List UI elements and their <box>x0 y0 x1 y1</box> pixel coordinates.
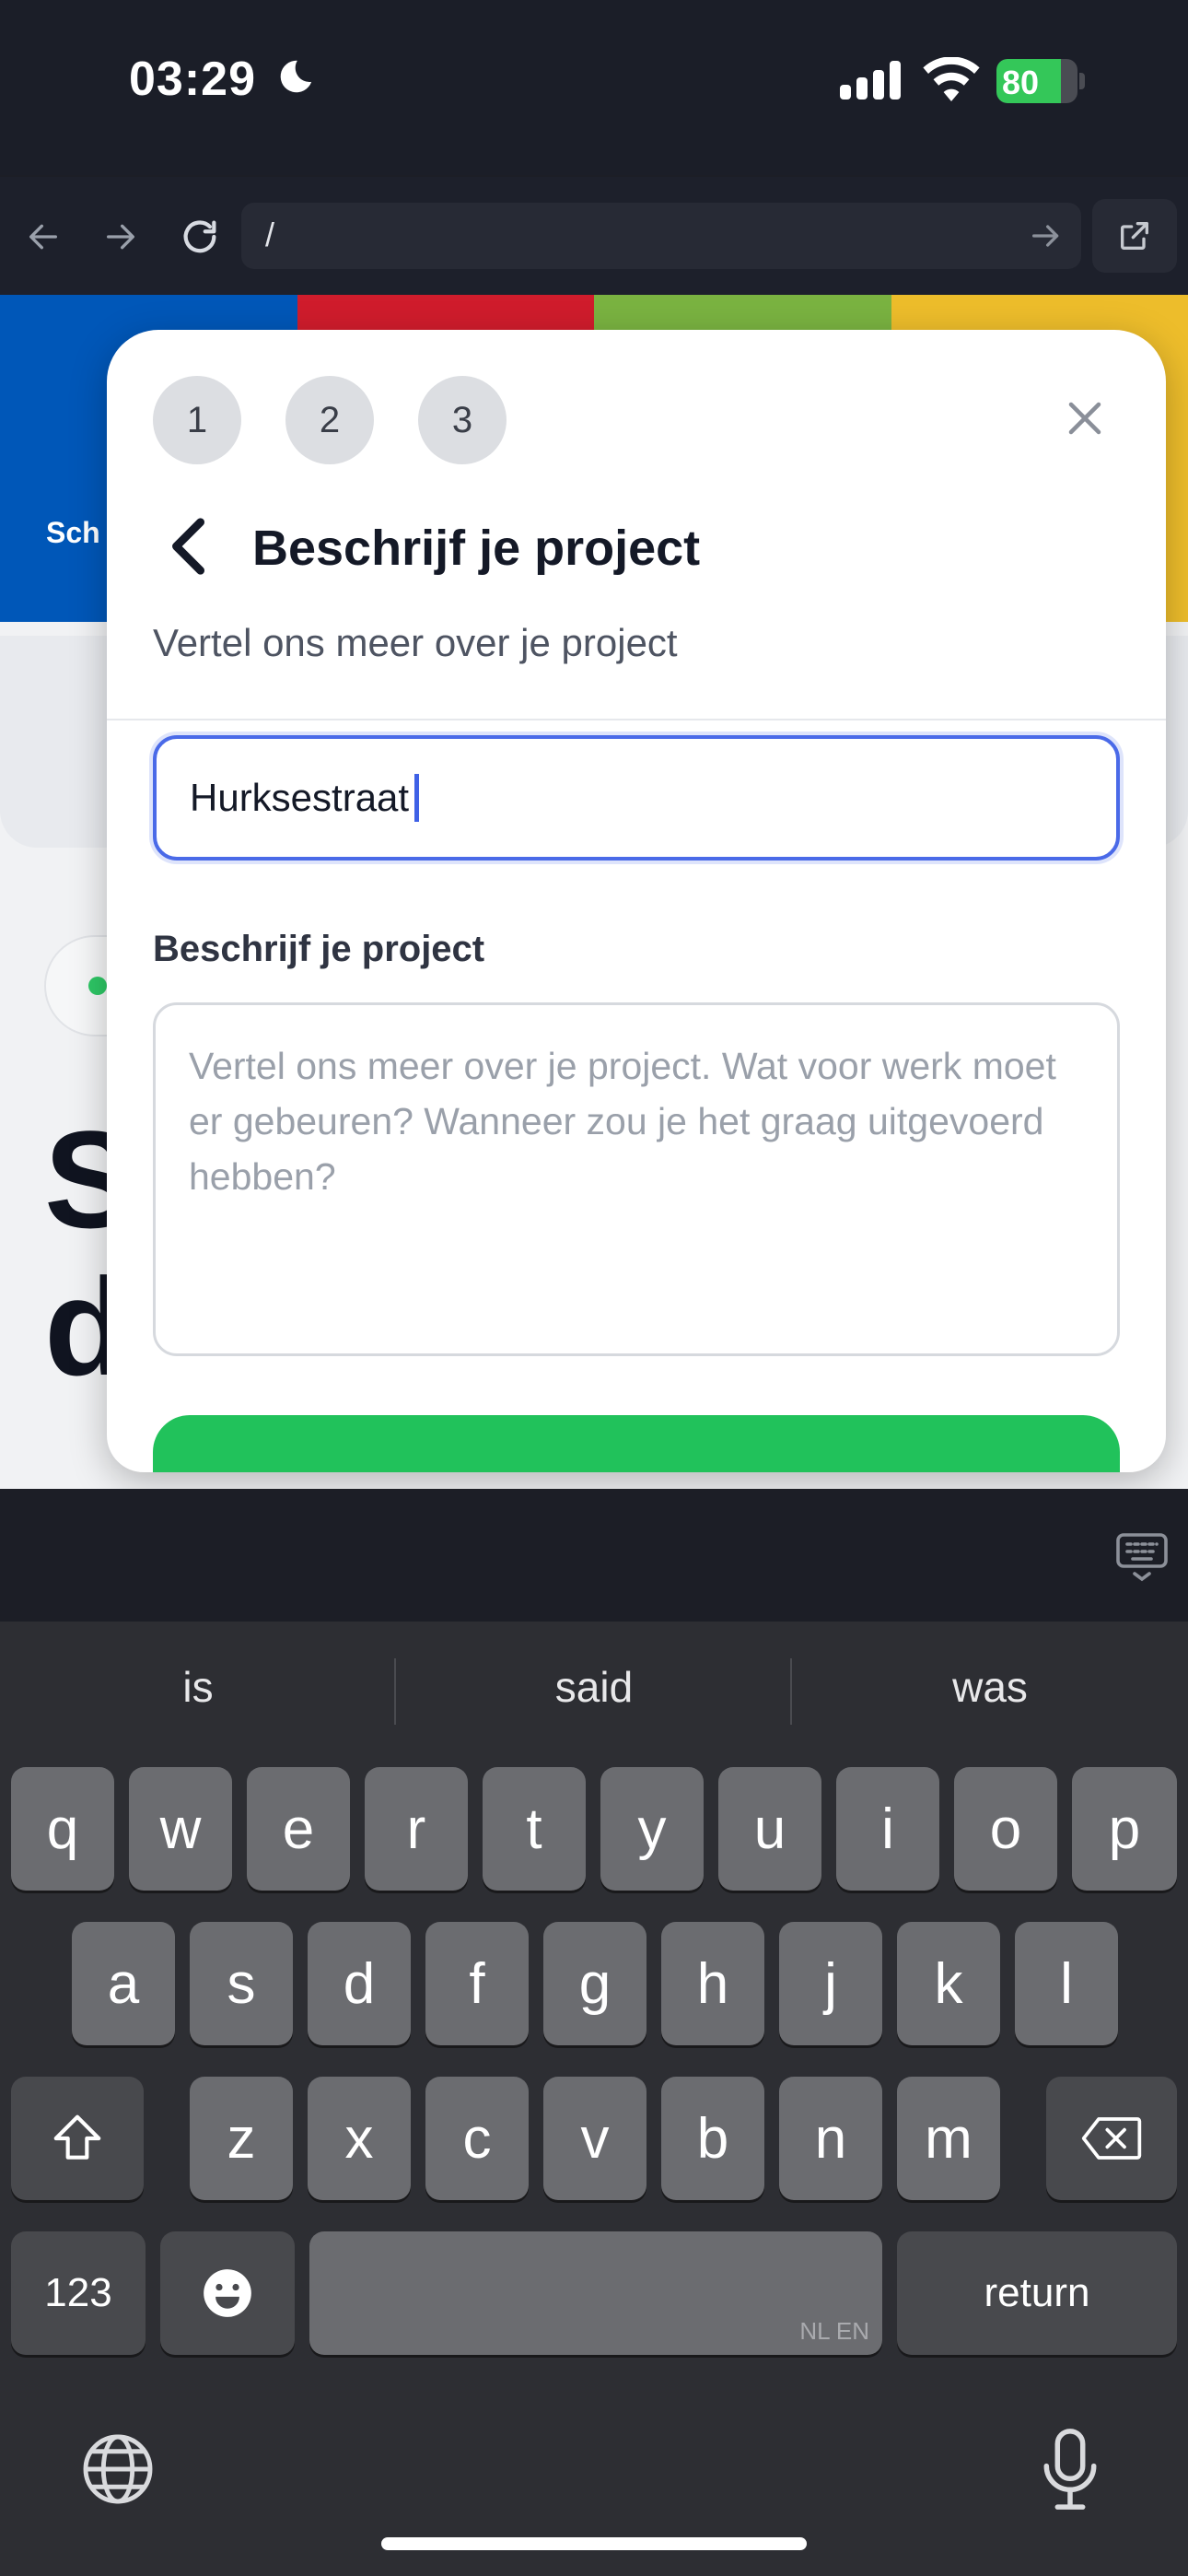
key-d[interactable]: d <box>308 1922 411 2045</box>
backspace-icon <box>1081 2117 1142 2160</box>
step-1-indicator[interactable]: 1 <box>153 376 241 464</box>
shift-key[interactable] <box>11 2077 144 2200</box>
modal-title: Beschrijf je project <box>252 521 701 576</box>
wifi-icon <box>923 57 980 101</box>
background-status-dot <box>88 977 107 995</box>
battery-percent: 80 <box>1002 64 1040 101</box>
description-placeholder: Vertel ons meer over je project. Wat voo… <box>189 1045 1056 1198</box>
reload-button[interactable] <box>168 205 232 269</box>
description-label: Beschrijf je project <box>153 929 485 969</box>
key-k[interactable]: k <box>897 1922 1000 2045</box>
battery-charging-icon: 80 <box>996 59 1085 103</box>
key-f[interactable]: f <box>425 1922 529 2045</box>
key-e[interactable]: e <box>247 1767 350 1891</box>
key-r[interactable]: r <box>365 1767 468 1891</box>
url-bar[interactable]: / <box>241 203 1081 269</box>
go-arrow-icon[interactable] <box>1028 217 1065 254</box>
microphone-icon[interactable] <box>1031 2425 1109 2513</box>
key-u[interactable]: u <box>718 1767 821 1891</box>
prediction-1[interactable]: is <box>0 1662 396 1712</box>
space-language-label: NL EN <box>799 2317 869 2345</box>
description-textarea[interactable]: Vertel ons meer over je project. Wat voo… <box>153 1002 1120 1356</box>
moon-icon <box>280 60 312 93</box>
key-m[interactable]: m <box>897 2077 1000 2200</box>
close-icon[interactable] <box>1057 391 1112 446</box>
status-time: 03:29 <box>129 53 256 106</box>
key-t[interactable]: t <box>483 1767 586 1891</box>
delete-key[interactable] <box>1046 2077 1177 2200</box>
prediction-2[interactable]: said <box>396 1662 792 1712</box>
step-3-indicator[interactable]: 3 <box>418 376 507 464</box>
key-p[interactable]: p <box>1072 1767 1177 1891</box>
key-l[interactable]: l <box>1015 1922 1118 2045</box>
key-z[interactable]: z <box>190 2077 293 2200</box>
key-o[interactable]: o <box>954 1767 1057 1891</box>
project-modal: 1 2 3 Beschrijf je project Vertel ons me… <box>107 330 1166 1472</box>
key-n[interactable]: n <box>779 2077 882 2200</box>
keyboard-accessory-bar <box>0 1489 1188 1622</box>
back-arrow-icon <box>29 224 57 250</box>
key-v[interactable]: v <box>543 2077 646 2200</box>
text-caret <box>414 774 420 822</box>
url-text: / <box>265 216 275 253</box>
address-input[interactable]: Hurksestraat <box>153 735 1120 861</box>
key-b[interactable]: b <box>661 2077 764 2200</box>
numbers-key[interactable]: 123 <box>11 2231 146 2355</box>
browser-toolbar: / <box>0 177 1188 295</box>
keyboard: is said was q w e r t y u i o p a s d f … <box>0 1622 1188 2576</box>
emoji-icon <box>204 2269 251 2317</box>
key-q[interactable]: q <box>11 1767 114 1891</box>
key-x[interactable]: x <box>308 2077 411 2200</box>
key-j[interactable]: j <box>779 1922 882 2045</box>
key-w[interactable]: w <box>129 1767 232 1891</box>
divider <box>107 719 1166 720</box>
back-button[interactable] <box>11 205 76 269</box>
return-key[interactable]: return <box>897 2231 1177 2355</box>
open-external-button[interactable] <box>1092 199 1177 273</box>
emoji-key[interactable] <box>160 2231 295 2355</box>
keyboard-dismiss-icon[interactable] <box>1114 1529 1170 1585</box>
key-i[interactable]: i <box>836 1767 939 1891</box>
forward-arrow-icon <box>107 224 134 250</box>
open-external-icon <box>1121 222 1148 250</box>
key-y[interactable]: y <box>600 1767 704 1891</box>
predictive-bar: is said was <box>0 1622 1188 1760</box>
step-2-indicator[interactable]: 2 <box>285 376 374 464</box>
reload-icon <box>183 220 216 253</box>
key-h[interactable]: h <box>661 1922 764 2045</box>
key-a[interactable]: a <box>72 1922 175 2045</box>
signal-icon <box>840 61 901 100</box>
back-chevron-icon[interactable] <box>162 514 217 579</box>
globe-icon[interactable] <box>79 2430 157 2508</box>
shift-icon <box>53 2114 101 2160</box>
status-bar: 03:29 80 <box>0 0 1188 175</box>
modal-subtitle: Vertel ons meer over je project <box>153 621 678 664</box>
prediction-3[interactable]: was <box>792 1662 1188 1712</box>
forward-button[interactable] <box>88 205 153 269</box>
submit-button[interactable] <box>153 1415 1120 1472</box>
key-g[interactable]: g <box>543 1922 646 2045</box>
home-indicator[interactable] <box>381 2537 807 2550</box>
space-key[interactable]: NL EN <box>309 2231 882 2355</box>
address-input-value: Hurksestraat <box>190 776 410 819</box>
key-c[interactable]: c <box>425 2077 529 2200</box>
key-s[interactable]: s <box>190 1922 293 2045</box>
background-logo-label: Sch <box>46 516 100 549</box>
